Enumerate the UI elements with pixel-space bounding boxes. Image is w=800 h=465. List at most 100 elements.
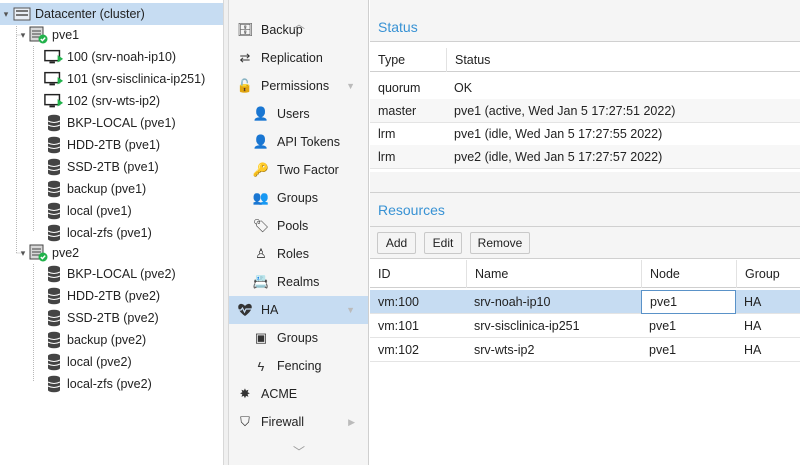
node-label: pve1 [52,28,80,42]
table-row[interactable]: vm:102 srv-wts-ip2 pve1 HA [370,338,800,362]
storage-icon [44,179,64,199]
table-row[interactable]: master pve1 (active, Wed Jan 5 17:27:51 … [370,99,800,123]
nav-item-fencing[interactable]: ϟ Fencing [229,352,368,380]
table-row[interactable]: lrm pve2 (idle, Wed Jan 5 17:27:57 2022) [370,145,800,169]
panel-top-padding [370,0,800,12]
tree-item-storage[interactable]: BKP-LOCAL (pve2) [0,263,223,285]
storage-icon [44,286,64,306]
tree-item-vm-100[interactable]: 100 (srv-noah-ip10) [0,46,223,68]
nav-label: Two Factor [277,163,339,177]
status-value: pve2 (idle, Wed Jan 5 17:27:57 2022) [454,149,663,164]
nav-item-groups[interactable]: 👥 Groups [229,184,368,212]
status-type: quorum [378,80,421,95]
table-row[interactable]: vm:101 srv-sisclinica-ip251 pve1 HA [370,314,800,338]
vm-running-icon [44,91,64,111]
status-type: master [378,103,417,118]
scroll-down-icon[interactable]: ﹀ [229,442,368,460]
remove-button[interactable]: Remove [470,232,530,254]
tree-item-storage[interactable]: local-zfs (pve1) [0,222,223,244]
nav-item-acme[interactable]: ✸ ACME [229,380,368,408]
storage-label: local (pve1) [67,204,132,218]
resource-name: srv-wts-ip2 [474,342,535,357]
datacenter-label: Datacenter (cluster) [35,7,145,21]
nav-label: Groups [277,331,318,345]
object-group-icon: ▣ [254,330,268,345]
nav-item-two-factor[interactable]: 🔑 Two Factor [229,156,368,184]
table-row[interactable]: vm:100 srv-noah-ip10 pve1 HA [370,289,800,314]
male-icon: ♙ [255,246,267,261]
column-header[interactable]: Node [641,259,736,288]
tree-item-storage[interactable]: BKP-LOCAL (pve1) [0,112,223,134]
tree-item-node-pve2[interactable]: ▾ pve2 [0,242,223,264]
column-header[interactable]: Status [446,47,800,72]
column-header[interactable]: Name [466,259,641,288]
storage-label: local-zfs (pve1) [67,226,152,240]
storage-icon [44,201,64,221]
vm-label: 100 (srv-noah-ip10) [67,50,177,64]
tree-item-storage[interactable]: local-zfs (pve2) [0,373,223,395]
vm-label: 101 (srv-sisclinica-ip251) [67,72,206,86]
vm-running-icon [44,69,64,89]
nav-label: Firewall [261,415,305,429]
edit-button[interactable]: Edit [424,232,462,254]
tree-item-datacenter[interactable]: ▾ Datacenter (cluster) [0,3,223,25]
collapse-toggle-icon[interactable]: ▾ [0,3,12,25]
table-row[interactable]: quorum OK [370,76,800,100]
tree-item-storage[interactable]: local (pve1) [0,200,223,222]
tree-item-storage[interactable]: local (pve2) [0,351,223,373]
nav-item-replication[interactable]: ⇄ Replication [229,44,368,72]
vm-running-icon [44,47,64,67]
tree-item-vm-102[interactable]: 102 (srv-wts-ip2) [0,90,223,112]
nav-item-ha[interactable]: HA ▼ [229,296,368,324]
column-header[interactable]: ID [370,260,466,288]
tree-item-storage[interactable]: HDD-2TB (pve2) [0,285,223,307]
nav-item-permissions[interactable]: 🔓 Permissions ▼ [229,72,368,100]
column-header[interactable]: Type [370,48,446,72]
tree-item-node-pve1[interactable]: ▾ pve1 [0,24,223,46]
storage-label: HDD-2TB (pve2) [67,289,161,303]
collapse-toggle-icon[interactable]: ▾ [17,242,29,264]
storage-label: SSD-2TB (pve2) [67,311,159,325]
tree-item-storage[interactable]: backup (pve1) [0,178,223,200]
scroll-up-icon[interactable]: ︿ [229,14,368,32]
nav-item-firewall[interactable]: ⛉ Firewall ▶ [229,408,368,436]
proxmox-ui: ▾ Datacenter (cluster) ▾ pve1 100 (srv-n… [0,0,800,465]
certificate-icon: ✸ [239,386,251,401]
nav-label: Users [277,107,310,121]
nav-item-api-tokens[interactable]: 👤 API Tokens [229,128,368,156]
chevron-down-icon[interactable]: ▼ [346,305,355,315]
storage-label: BKP-LOCAL (pve2) [67,267,176,281]
tree-item-storage[interactable]: SSD-2TB (pve1) [0,156,223,178]
tree-item-storage[interactable]: backup (pve2) [0,329,223,351]
column-header[interactable]: Group [736,259,800,288]
node-label: pve2 [52,246,80,260]
chevron-right-icon[interactable]: ▶ [348,417,355,428]
nav-item-users[interactable]: 👤 Users [229,100,368,128]
add-button[interactable]: Add [377,232,416,254]
nav-item-realms[interactable]: 📇 Realms [229,268,368,296]
tree-item-storage[interactable]: SSD-2TB (pve2) [0,307,223,329]
storage-label: SSD-2TB (pve1) [67,160,159,174]
nav-item-roles[interactable]: ♙ Roles [229,240,368,268]
replication-icon: ⇄ [239,50,251,65]
datacenter-icon [12,4,32,24]
tree-item-storage[interactable]: HDD-2TB (pve1) [0,134,223,156]
node-online-icon [29,25,49,45]
storage-icon [44,157,64,177]
nav-item-pools[interactable]: 🏷 Pools [229,212,368,240]
status-type: lrm [378,126,396,141]
resource-node: pve1 [649,318,677,333]
resource-node[interactable]: pve1 [641,289,736,314]
storage-icon [44,374,64,394]
resources-header-row: ID Name Node Group [370,259,800,288]
storage-icon [44,113,64,133]
chevron-down-icon[interactable]: ▼ [346,81,355,91]
resource-group: HA [744,342,762,357]
status-panel-title: Status [370,12,800,42]
nav-item-ha-groups[interactable]: ▣ Groups [229,324,368,352]
node-online-icon [29,243,49,263]
table-row[interactable]: lrm pve1 (idle, Wed Jan 5 17:27:55 2022) [370,122,800,146]
resource-id: vm:101 [378,318,419,333]
tree-item-vm-101[interactable]: 101 (srv-sisclinica-ip251) [0,68,223,90]
collapse-toggle-icon[interactable]: ▾ [17,24,29,46]
